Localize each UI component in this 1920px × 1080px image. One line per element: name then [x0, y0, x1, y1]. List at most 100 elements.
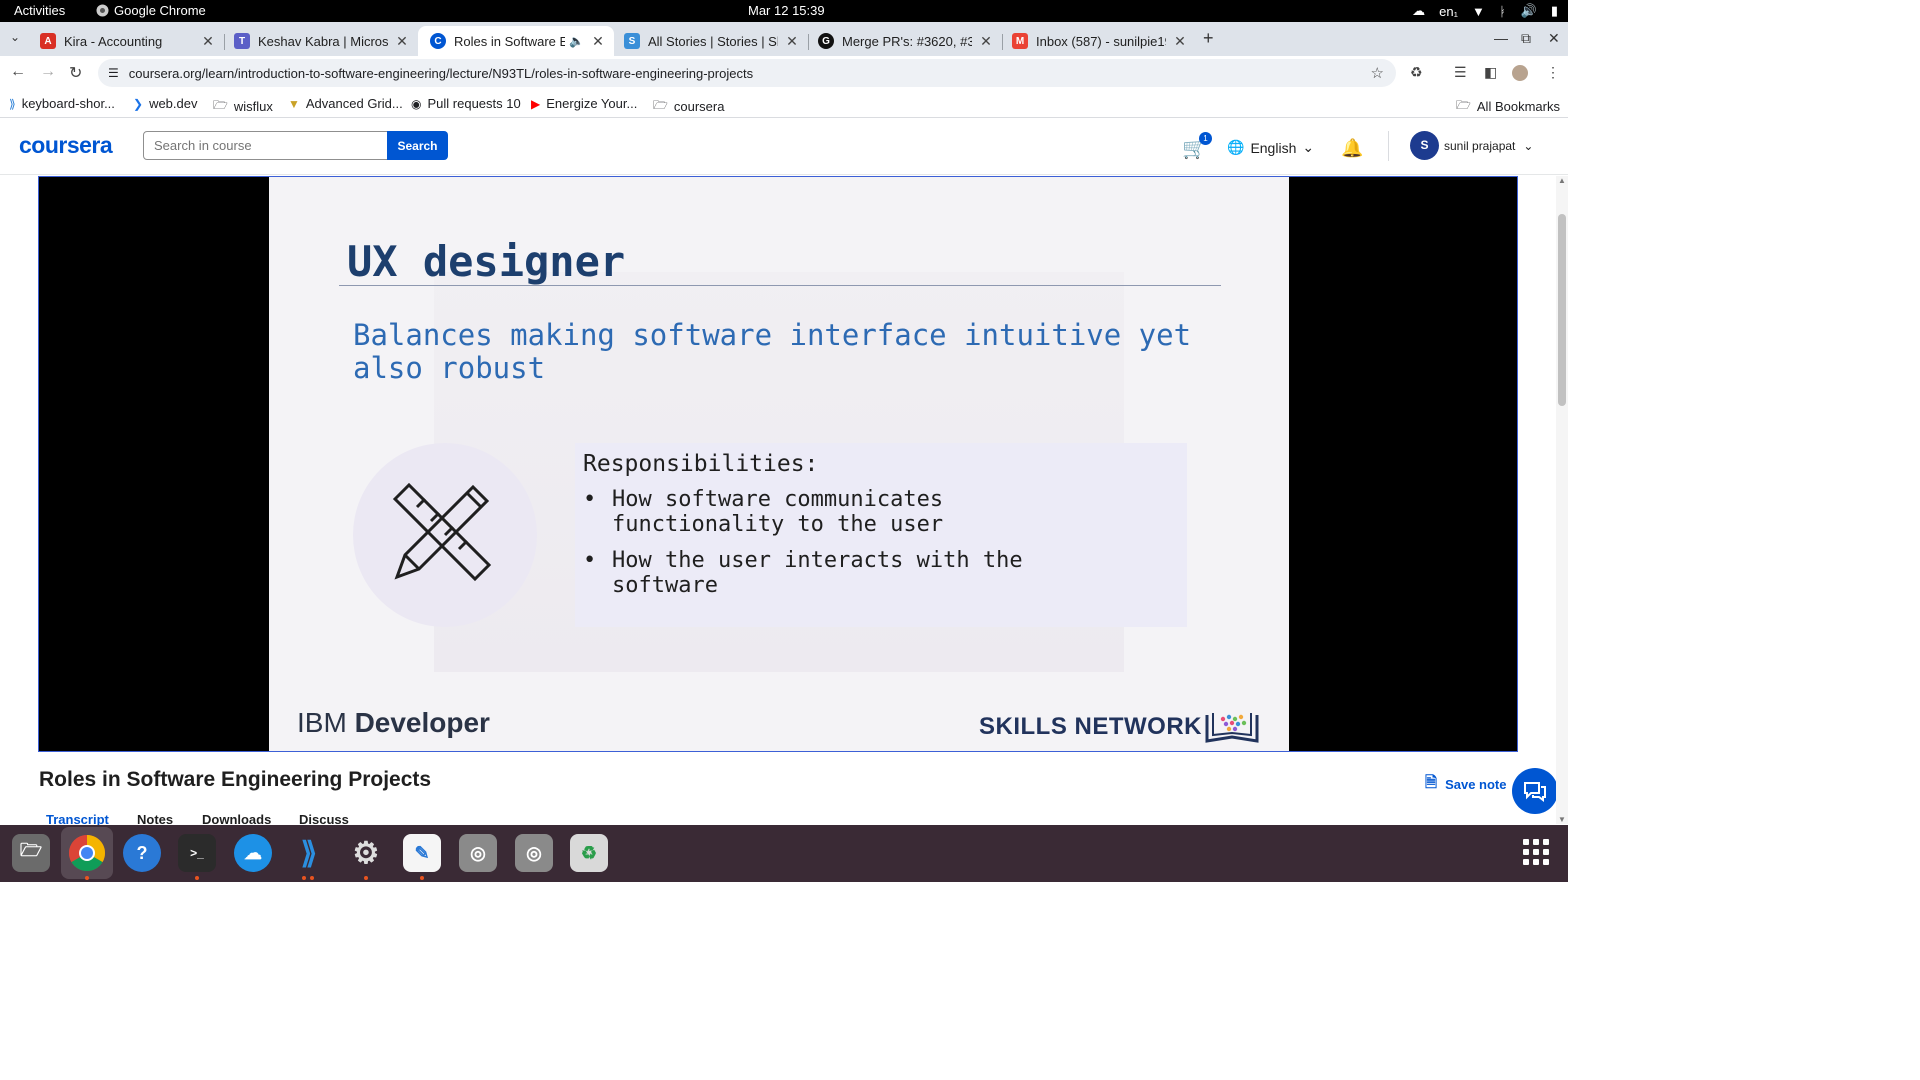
tab-title: Roles in Software Eng: [454, 33, 566, 49]
chrome-dock-icon[interactable]: [61, 827, 113, 879]
bookmark-wisflux[interactable]: 🗁 wisflux: [213, 96, 273, 117]
tab-teams[interactable]: T Keshav Kabra | Microsoft ✕: [222, 26, 418, 56]
scroll-down-icon[interactable]: ▼: [1558, 815, 1566, 824]
pencil-ruler-icon: [392, 482, 492, 582]
show-apps-grid-icon[interactable]: [1523, 839, 1549, 865]
search-button[interactable]: Search: [387, 131, 448, 160]
vscode-icon[interactable]: ⟫: [290, 834, 328, 872]
terminal-icon[interactable]: >_: [178, 834, 216, 872]
bookmark-star-icon[interactable]: ☆: [1371, 64, 1384, 82]
tab-coursera[interactable]: C Roles in Software Eng 🔈 ✕: [418, 26, 614, 56]
bookmark-keyboard-shortcuts[interactable]: ⟫ keyboard-shor...: [9, 96, 115, 111]
avatar[interactable]: S: [1410, 131, 1439, 160]
audio-playing-icon[interactable]: 🔈: [569, 34, 584, 48]
trash-icon[interactable]: ♻: [570, 834, 608, 872]
bookmark-coursera[interactable]: 🗁 coursera: [653, 96, 724, 117]
folder-icon: 🗁: [1456, 98, 1471, 112]
new-tab-button[interactable]: +: [1203, 28, 1214, 49]
help-icon[interactable]: ?: [123, 834, 161, 872]
notification-bell-icon[interactable]: 🔔: [1341, 138, 1363, 159]
bookmark-label: coursera: [673, 99, 725, 114]
system-top-bar: Activities Google Chrome Mar 12 15:39 ☁ …: [0, 0, 1568, 22]
bluetooth-icon[interactable]: ᛓ: [1499, 4, 1507, 19]
user-menu[interactable]: sunil prajapat ⌄: [1444, 139, 1533, 153]
bookmark-advanced-grid[interactable]: ▼ Advanced Grid...: [288, 96, 403, 111]
tab-kira[interactable]: A Kira - Accounting ✕: [28, 26, 224, 56]
scrollbar-thumb[interactable]: [1558, 214, 1566, 406]
chrome-icon: [68, 835, 106, 872]
responsibilities-box: Responsibilities: How software communica…: [575, 443, 1187, 627]
text-editor-icon[interactable]: ✎: [403, 834, 441, 872]
disc-icon-2[interactable]: ◎: [515, 834, 553, 872]
close-icon[interactable]: ✕: [978, 33, 994, 50]
shortcut-icon: S: [624, 33, 640, 49]
language-selector[interactable]: 🌐 English ⌄: [1227, 139, 1314, 156]
save-note-button[interactable]: 🗎 Save note: [1425, 772, 1506, 797]
app-menu[interactable]: Google Chrome: [96, 3, 206, 18]
close-icon[interactable]: ✕: [200, 33, 216, 50]
volume-icon[interactable]: 🔊: [1521, 3, 1537, 19]
bookmarks-bar: ⟫ keyboard-shor... ❯ web.dev 🗁 wisflux ▼…: [0, 90, 1568, 118]
back-icon[interactable]: ←: [10, 63, 26, 81]
extensions-icon[interactable]: ♻: [1410, 64, 1423, 81]
scroll-up-icon[interactable]: ▲: [1558, 176, 1566, 185]
docker-icon[interactable]: ☁: [234, 834, 272, 872]
window-close-icon[interactable]: ✕: [1548, 30, 1560, 47]
chat-button[interactable]: [1512, 768, 1558, 814]
vscode-icon: ⟫: [9, 96, 16, 111]
forward-icon[interactable]: →: [40, 63, 56, 81]
system-tray[interactable]: ☁ en₁ ▼ ᛓ 🔊 ▮: [1412, 3, 1558, 19]
url-text[interactable]: coursera.org/learn/introduction-to-softw…: [129, 66, 753, 81]
profile-avatar[interactable]: [1512, 65, 1528, 81]
globe-icon: 🌐: [1227, 139, 1245, 155]
chrome-icon: [96, 4, 109, 17]
battery-icon[interactable]: ▮: [1551, 3, 1558, 19]
reload-icon[interactable]: ↻: [69, 63, 82, 83]
activities-button[interactable]: Activities: [14, 3, 65, 18]
chevron-down-icon: ⌄: [1523, 139, 1534, 153]
skills-network-logo-text: SKILLS NETWORK: [979, 713, 1202, 740]
minimize-icon[interactable]: —: [1494, 30, 1508, 46]
wifi-icon[interactable]: ▼: [1472, 4, 1485, 19]
search-input[interactable]: [143, 131, 388, 160]
close-icon[interactable]: ✕: [394, 33, 410, 50]
site-info-icon[interactable]: ☰: [108, 66, 119, 80]
coursera-header: coursera Search 🛒 1 🌐 English ⌄ 🔔 S suni…: [0, 119, 1568, 175]
tab-gmail[interactable]: M Inbox (587) - sunilpie199 ✕: [1000, 26, 1196, 56]
settings-gear-icon[interactable]: ⚙: [347, 834, 385, 872]
github-icon: G: [818, 33, 834, 49]
bookmark-label: Advanced Grid...: [305, 96, 403, 111]
media-controls-icon[interactable]: ☰: [1454, 64, 1467, 81]
close-icon[interactable]: ✕: [590, 33, 606, 50]
tab-github[interactable]: G Merge PR's: #3620, #362 ✕: [806, 26, 1002, 56]
all-bookmarks[interactable]: 🗁 All Bookmarks: [1456, 96, 1560, 117]
side-panel-icon[interactable]: ◧: [1484, 64, 1497, 81]
bookmark-label: web.dev: [149, 96, 198, 111]
maximize-icon[interactable]: ⧉: [1521, 30, 1531, 47]
files-icon[interactable]: 🗁: [12, 834, 50, 872]
skills-network-book-icon: [1205, 713, 1259, 743]
video-player[interactable]: UX designer Balances making software int…: [38, 176, 1518, 752]
language-indicator[interactable]: en₁: [1439, 4, 1458, 19]
bookmark-pull-requests[interactable]: ◉ Pull requests 10: [411, 96, 521, 111]
save-note-label: Save note: [1445, 777, 1507, 792]
webdev-icon: ❯: [133, 96, 144, 111]
docker-tray-icon[interactable]: ☁: [1412, 3, 1425, 19]
bookmark-webdev[interactable]: ❯ web.dev: [133, 96, 197, 111]
tab-shortcut[interactable]: S All Stories | Stories | Sho ✕: [612, 26, 808, 56]
bookmark-energize[interactable]: ▶ Energize Your...: [531, 96, 637, 111]
close-icon[interactable]: ✕: [1172, 33, 1188, 50]
clock[interactable]: Mar 12 15:39: [748, 3, 825, 18]
responsibilities-title: Responsibilities:: [583, 451, 819, 477]
address-bar[interactable]: ☰ coursera.org/learn/introduction-to-sof…: [98, 59, 1396, 87]
chevron-down-icon: ⌄: [1302, 139, 1315, 155]
close-icon[interactable]: ✕: [784, 33, 800, 50]
tab-title: Inbox (587) - sunilpie199: [1036, 33, 1166, 49]
tab-search-icon[interactable]: ⌄: [10, 30, 20, 44]
tab-title: Kira - Accounting: [64, 33, 163, 49]
lecture-slide: UX designer Balances making software int…: [269, 177, 1289, 751]
coursera-logo[interactable]: coursera: [19, 132, 113, 159]
menu-kebab-icon[interactable]: ⋮: [1546, 64, 1560, 81]
disc-icon[interactable]: ◎: [459, 834, 497, 872]
coursera-icon: C: [430, 33, 446, 49]
